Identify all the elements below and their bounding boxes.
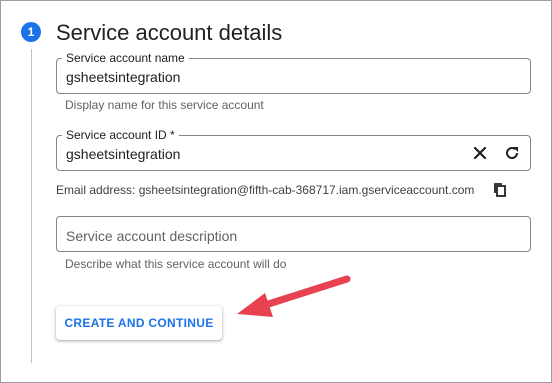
service-account-name-hint: Display name for this service account: [65, 98, 264, 112]
stepper-line: [31, 49, 32, 363]
refresh-icon[interactable]: [502, 143, 522, 163]
service-account-id-field[interactable]: Service account ID * gsheetsintegration: [56, 127, 531, 171]
service-account-description-hint: Describe what this service account will …: [65, 257, 287, 271]
create-and-continue-button[interactable]: CREATE AND CONTINUE: [56, 306, 222, 340]
email-address-text: Email address: gsheetsintegration@fifth-…: [56, 183, 475, 197]
service-account-id-label: Service account ID *: [62, 127, 179, 143]
service-account-name-field[interactable]: Service account name gsheetsintegration: [56, 50, 531, 94]
service-account-description-placeholder[interactable]: Service account description: [66, 227, 237, 245]
step-number-badge: 1: [21, 22, 41, 42]
copy-icon[interactable]: [490, 180, 510, 200]
annotation-arrow-icon: [237, 275, 351, 317]
section-title: Service account details: [56, 20, 283, 45]
service-account-details-panel: 1 Service account details Service accoun…: [0, 0, 552, 383]
service-account-id-value[interactable]: gsheetsintegration: [66, 145, 180, 163]
service-account-name-value[interactable]: gsheetsintegration: [66, 68, 180, 86]
service-account-description-field[interactable]: Service account description: [56, 216, 531, 252]
service-account-name-label: Service account name: [62, 50, 189, 66]
close-icon[interactable]: [470, 143, 490, 163]
